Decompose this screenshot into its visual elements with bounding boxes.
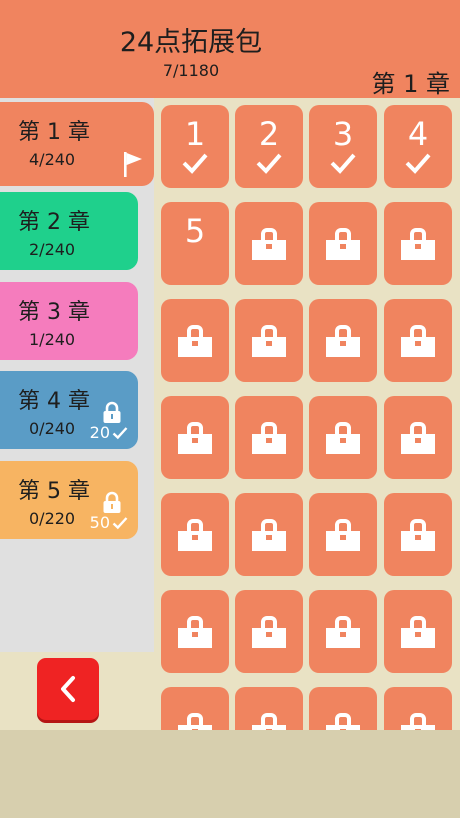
check-icon [329,152,357,178]
chapter-progress: 2/240 [29,240,76,259]
flag-icon [124,152,142,177]
level-number: 1 [184,115,206,153]
lock-icon [178,616,212,652]
header-bar: 24点拓展包 7/1180 第 1 章 [0,0,460,98]
chapter-progress: 4/240 [29,150,76,169]
lock-icon [178,519,212,555]
locked-level-button[interactable] [235,299,303,382]
lock-icon [326,422,360,458]
locked-level-button[interactable] [384,396,452,479]
level-number: 3 [332,115,354,153]
lock-icon [178,713,212,730]
lock-icon [252,713,286,730]
check-icon [112,516,128,529]
locked-level-button[interactable] [161,299,229,382]
lock-icon [401,519,435,555]
chapter-progress: 0/220 [29,509,76,528]
lock-icon [178,325,212,361]
lock-icon [401,713,435,730]
chapter-name: 第 1 章 [18,120,90,145]
lock-icon [252,325,286,361]
chapter-name: 第 5 章 [18,479,90,504]
chapter-sidebar: 第 1 章 4/240 第 2 章 2/240 第 3 章 1/240 第 4 … [0,98,154,652]
locked-level-button[interactable] [309,590,377,673]
chapter-name: 第 4 章 [18,389,90,414]
check-icon [404,152,432,178]
bottom-bar [0,730,460,818]
locked-level-button[interactable] [309,687,377,730]
level-button-1[interactable]: 1 [161,105,229,188]
lock-icon [326,616,360,652]
chapter-item-4[interactable]: 第 4 章 0/240 20 [0,371,138,449]
unlock-requirement: 50 [90,513,128,532]
chapter-progress: 1/240 [29,330,76,349]
lock-icon [401,228,435,264]
unlock-requirement: 20 [90,423,128,442]
locked-level-button[interactable] [384,493,452,576]
locked-level-button[interactable] [235,396,303,479]
lock-icon [326,713,360,730]
content-area: 第 1 章 4/240 第 2 章 2/240 第 3 章 1/240 第 4 … [0,98,460,730]
padlock-icon [103,491,121,513]
check-icon [112,426,128,439]
back-button[interactable] [37,658,99,720]
chapter-item-1[interactable]: 第 1 章 4/240 [0,102,154,186]
lock-icon [401,422,435,458]
level-button-5[interactable]: 5 [161,202,229,285]
locked-level-button[interactable] [309,396,377,479]
lock-icon [252,228,286,264]
lock-icon [401,616,435,652]
lock-icon [252,422,286,458]
level-number: 4 [407,115,429,153]
level-number: 5 [184,212,206,250]
chapter-item-5[interactable]: 第 5 章 0/220 50 [0,461,138,539]
level-button-4[interactable]: 4 [384,105,452,188]
lock-icon [326,325,360,361]
lock-icon [252,616,286,652]
locked-level-button[interactable] [309,493,377,576]
chevron-left-icon [61,676,75,702]
lock-icon [178,422,212,458]
lock-icon [326,228,360,264]
chapter-name: 第 3 章 [18,300,90,325]
locked-level-button[interactable] [161,590,229,673]
level-number: 2 [258,115,280,153]
locked-level-button[interactable] [384,687,452,730]
locked-level-button[interactable] [309,299,377,382]
chapter-item-3[interactable]: 第 3 章 1/240 [0,282,138,360]
lock-icon [252,519,286,555]
locked-level-button[interactable] [384,299,452,382]
chapter-progress: 0/240 [29,419,76,438]
lock-icon [401,325,435,361]
total-progress: 7/1180 [162,61,220,80]
locked-level-button[interactable] [161,493,229,576]
check-icon [255,152,283,178]
locked-level-button[interactable] [161,396,229,479]
level-button-3[interactable]: 3 [309,105,377,188]
locked-level-button[interactable] [309,202,377,285]
level-button-2[interactable]: 2 [235,105,303,188]
locked-level-button[interactable] [161,687,229,730]
locked-level-button[interactable] [235,202,303,285]
locked-level-button[interactable] [235,590,303,673]
padlock-icon [103,401,121,423]
locked-level-button[interactable] [235,687,303,730]
required-solved-count: 20 [89,423,110,442]
locked-level-button[interactable] [235,493,303,576]
current-chapter-label: 第 1 章 [371,70,450,98]
locked-level-button[interactable] [384,202,452,285]
locked-level-button[interactable] [384,590,452,673]
chapter-item-2[interactable]: 第 2 章 2/240 [0,192,138,270]
required-solved-count: 50 [89,513,110,532]
game-title: 24点拓展包 [119,27,263,58]
chapter-name: 第 2 章 [18,210,90,235]
lock-icon [326,519,360,555]
check-icon [181,152,209,178]
